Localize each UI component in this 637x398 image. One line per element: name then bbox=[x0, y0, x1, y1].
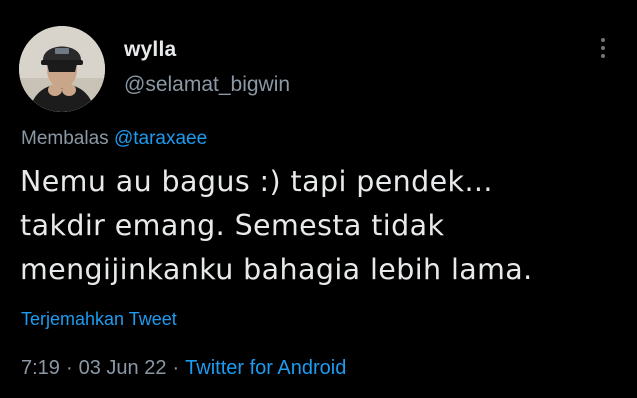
tweet-text-line: takdir emang. Semesta tidak bbox=[20, 209, 445, 242]
meta-separator: · bbox=[65, 357, 73, 379]
reply-mention-link[interactable]: @taraxaee bbox=[114, 128, 207, 149]
translate-tweet-link[interactable]: Terjemahkan Tweet bbox=[21, 309, 177, 330]
tweet-text-line: Nemu au bagus :) tapi pendek... bbox=[20, 165, 493, 198]
tweet-card: wylla @selamat_bigwin Membalas @taraxaee… bbox=[0, 0, 637, 398]
replying-to: Membalas @taraxaee bbox=[21, 128, 207, 150]
tweet-text-line: mengijinkanku bahagia lebih lama. bbox=[20, 253, 533, 286]
replying-to-label: Membalas bbox=[21, 128, 109, 149]
more-vertical-icon[interactable] bbox=[596, 38, 610, 62]
user-handle[interactable]: @selamat_bigwin bbox=[124, 73, 290, 97]
avatar-photo bbox=[19, 26, 105, 112]
tweet-time[interactable]: 7:19 bbox=[21, 357, 60, 379]
avatar[interactable] bbox=[19, 26, 105, 112]
tweet-text: Nemu au bagus :) tapi pendek... takdir e… bbox=[20, 160, 620, 292]
meta-separator: · bbox=[172, 357, 180, 379]
tweet-meta: 7:19 · 03 Jun 22 · Twitter for Android bbox=[21, 357, 346, 380]
tweet-date[interactable]: 03 Jun 22 bbox=[79, 357, 167, 379]
display-name[interactable]: wylla bbox=[124, 38, 176, 62]
tweet-source-link[interactable]: Twitter for Android bbox=[185, 357, 346, 379]
